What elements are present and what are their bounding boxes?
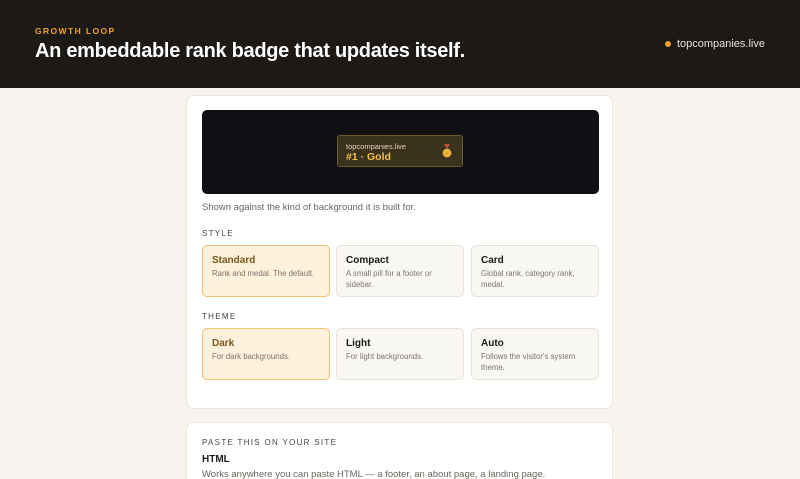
style-option-card[interactable]: Card Global rank, category rank, medal. <box>471 245 599 297</box>
hero-eyebrow: GROWTH LOOP <box>35 26 116 36</box>
site-link[interactable]: topcompanies.live <box>664 38 765 50</box>
theme-section-label: THEME <box>202 312 237 321</box>
theme-option-dark[interactable]: Dark For dark backgrounds. <box>202 328 330 380</box>
site-name: topcompanies.live <box>676 38 765 50</box>
style-option-compact[interactable]: Compact A small pill for a footer or sid… <box>336 245 464 297</box>
option-title: Card <box>481 255 504 266</box>
page-title: An embeddable rank badge that updates it… <box>35 40 465 62</box>
hero-header: GROWTH LOOP An embeddable rank badge tha… <box>0 0 800 88</box>
paste-snippet-card: PASTE THIS ON YOUR SITE HTML Works anywh… <box>186 422 613 479</box>
theme-option-auto[interactable]: Auto Follows the visitor's system theme. <box>471 328 599 380</box>
badge-rank: #1 · Gold <box>346 151 391 163</box>
badge-preview: topcompanies.live #1 · Gold <box>202 110 599 194</box>
badge-config-card: topcompanies.live #1 · Gold Shown agains… <box>186 95 613 409</box>
gold-medal-icon <box>442 144 452 158</box>
status-dot-icon <box>664 41 671 47</box>
option-desc: For dark backgrounds. <box>212 352 291 361</box>
option-title: Light <box>346 338 371 349</box>
option-desc: Global rank, category rank, medal. <box>481 269 575 289</box>
paste-section-label: PASTE THIS ON YOUR SITE <box>202 438 338 447</box>
theme-option-light[interactable]: Light For light backgrounds. <box>336 328 464 380</box>
badge-host: topcompanies.live <box>346 142 407 151</box>
preview-caption: Shown against the kind of background it … <box>202 202 416 213</box>
style-option-standard[interactable]: Standard Rank and medal. The default. <box>202 245 330 297</box>
style-section-label: STYLE <box>202 229 234 238</box>
option-desc: For light backgrounds. <box>346 352 424 361</box>
option-title: Standard <box>212 255 256 266</box>
paste-heading: HTML <box>202 454 230 465</box>
option-desc: A small pill for a footer or sidebar. <box>346 269 432 289</box>
rank-badge: topcompanies.live #1 · Gold <box>337 135 463 167</box>
option-desc: Rank and medal. The default. <box>212 269 315 278</box>
option-title: Auto <box>481 338 504 349</box>
option-desc: Follows the visitor's system theme. <box>481 352 576 372</box>
option-title: Compact <box>346 255 389 266</box>
option-title: Dark <box>212 338 235 349</box>
paste-description: Works anywhere you can paste HTML — a fo… <box>202 469 546 479</box>
